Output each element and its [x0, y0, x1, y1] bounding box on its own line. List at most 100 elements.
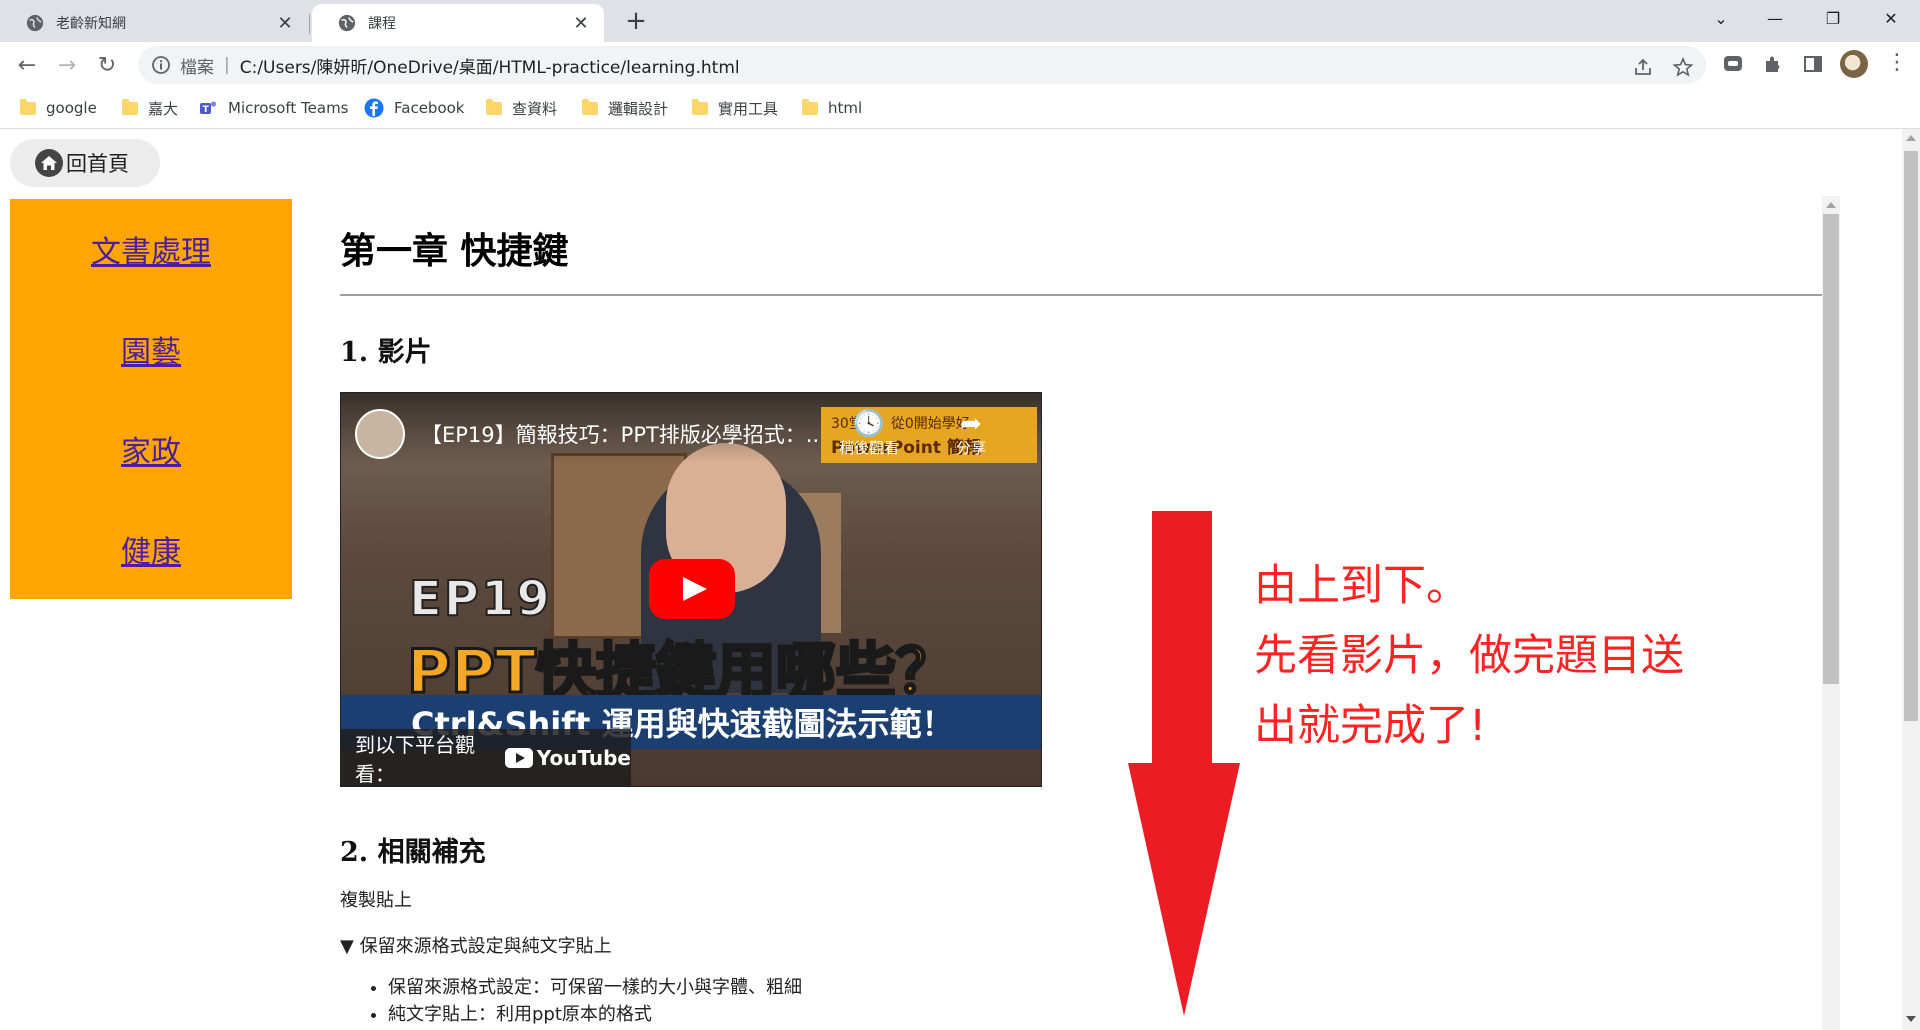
- youtube-play-icon: [504, 747, 533, 768]
- scrollbar-thumb[interactable]: [1904, 151, 1918, 721]
- bookmark-teams[interactable]: T Microsoft Teams: [198, 96, 349, 120]
- folder-icon: [122, 98, 138, 115]
- clock-icon: 🕓: [852, 409, 886, 439]
- details-list: 保留來源格式設定：可保留一樣的大小與字體、粗細 純文字貼上：利用ppt原本的格式: [370, 974, 802, 1028]
- home-button-label: 回首頁: [66, 152, 129, 176]
- menu-kebab-icon[interactable]: ⋮: [1886, 50, 1908, 78]
- share-icon[interactable]: [1632, 56, 1654, 78]
- page-viewport: 回首頁 文書處理 園藝 家政 健康 第一章 快捷鍵 1. 影片 【EP19】簡報…: [0, 129, 1902, 1030]
- close-tab-icon[interactable]: ✕: [274, 13, 296, 34]
- profile-avatar[interactable]: [1840, 50, 1868, 78]
- globe-icon: [338, 14, 356, 32]
- forward-button[interactable]: →: [50, 48, 84, 82]
- bookmark-star-icon[interactable]: [1672, 56, 1694, 78]
- folder-icon: [802, 98, 818, 115]
- tab-strip: 老齡新知網 ✕ 課程 ✕ + ⌄ — ❐ ✕: [0, 0, 1920, 42]
- bookmark-label: 查資料: [512, 99, 558, 118]
- line-extension-icon[interactable]: [1722, 53, 1744, 75]
- close-tab-icon[interactable]: ✕: [570, 13, 592, 34]
- category-sidebar: 文書處理 園藝 家政 健康: [10, 199, 292, 599]
- bookmark-label: Facebook: [394, 99, 465, 117]
- scrollbar-thumb[interactable]: [1823, 214, 1839, 684]
- horizontal-rule: [340, 294, 1840, 296]
- bookmark-google[interactable]: google: [20, 96, 97, 120]
- sidebar-item-word-processing[interactable]: 文書處理: [10, 227, 292, 271]
- extensions-puzzle-icon[interactable]: [1762, 53, 1784, 75]
- svg-text:T: T: [203, 105, 210, 115]
- folder-icon: [20, 98, 36, 115]
- restore-button[interactable]: ❐: [1804, 0, 1862, 36]
- episode-label: EP19: [408, 570, 552, 628]
- scroll-down-arrow[interactable]: [1906, 1016, 1916, 1022]
- instruction-note: 由上到下。 先看影片，做完題目送 出就完成了!: [1254, 551, 1684, 761]
- facebook-icon: [364, 98, 384, 118]
- sidebar-item-home-economics[interactable]: 家政: [10, 427, 292, 471]
- sidebar-item-gardening[interactable]: 園藝: [10, 327, 292, 371]
- home-icon: [35, 149, 63, 177]
- sidebar-item-health[interactable]: 健康: [10, 527, 292, 571]
- tab-search-icon[interactable]: ⌄: [1692, 0, 1750, 36]
- details-summary[interactable]: ▼ 保留來源格式設定與純文字貼上: [340, 932, 612, 958]
- list-item: 純文字貼上：利用ppt原本的格式: [388, 1001, 802, 1028]
- watch-later-label: 稍後觀看: [838, 439, 899, 457]
- section-heading-video: 1. 影片: [340, 337, 432, 368]
- frame-scrollbar[interactable]: [1822, 196, 1840, 1030]
- folder-icon: [486, 98, 502, 115]
- minimize-button[interactable]: —: [1746, 0, 1804, 36]
- reload-button[interactable]: ↻: [90, 48, 124, 82]
- scroll-up-arrow[interactable]: [1826, 202, 1836, 208]
- address-bar[interactable]: 檔案 | C:/Users/陳妍昕/OneDrive/桌面/HTML-pract…: [138, 46, 1706, 84]
- watch-later-button[interactable]: 🕓 稍後觀看: [829, 411, 909, 458]
- tab-elderly-news[interactable]: 老齡新知網 ✕: [0, 4, 308, 42]
- note-line: 出就完成了!: [1254, 701, 1487, 751]
- bookmark-label: html: [828, 99, 863, 117]
- bookmark-facebook[interactable]: Facebook: [364, 96, 464, 120]
- new-tab-button[interactable]: +: [622, 6, 650, 36]
- page-scrollbar[interactable]: [1902, 129, 1920, 1030]
- bookmark-label: 嘉大: [148, 99, 179, 118]
- share-label: 分享: [955, 439, 986, 457]
- bookmark-research[interactable]: 查資料: [486, 96, 557, 120]
- back-button[interactable]: ←: [10, 48, 44, 82]
- tab-separator: [309, 14, 310, 34]
- section-heading-supplement: 2. 相關補充: [340, 837, 486, 868]
- youtube-embed[interactable]: 【EP19】簡報技巧：PPT排版必學招式：... 30堂課，從0開始學好 Pow…: [340, 392, 1042, 787]
- bookmark-label: 實用工具: [718, 99, 779, 118]
- globe-icon: [26, 14, 44, 32]
- side-panel-icon[interactable]: [1802, 53, 1824, 75]
- tab-course[interactable]: 課程 ✕: [312, 4, 604, 42]
- down-arrow: [1128, 511, 1240, 1016]
- tab-title: 課程: [368, 16, 396, 32]
- teams-icon: T: [200, 101, 217, 115]
- copy-paste-text: 複製貼上: [340, 890, 412, 911]
- folder-icon: [692, 98, 708, 115]
- share-button[interactable]: ➦ 分享: [931, 411, 1011, 458]
- video-title[interactable]: 【EP19】簡報技巧：PPT排版必學招式：...: [421, 419, 841, 449]
- youtube-logo: YouTube: [504, 746, 631, 770]
- scroll-up-arrow[interactable]: [1906, 135, 1916, 141]
- watch-on-youtube[interactable]: 到以下平台觀看： YouTube: [341, 729, 631, 786]
- tab-title: 老齡新知網: [56, 16, 126, 32]
- bookmark-label: 邏輯設計: [608, 99, 669, 118]
- note-line: 先看影片，做完題目送: [1254, 631, 1684, 681]
- bookmarks-bar: google 嘉大 T Microsoft Teams Facebook 查資料…: [0, 88, 1920, 129]
- play-button[interactable]: [649, 559, 735, 619]
- bookmark-ncyu[interactable]: 嘉大: [122, 96, 178, 120]
- bookmark-label: google: [46, 99, 97, 117]
- home-button[interactable]: 回首頁: [10, 139, 160, 187]
- bookmark-tools[interactable]: 實用工具: [692, 96, 778, 120]
- browser-toolbar: ← → ↻ 檔案 | C:/Users/陳妍昕/OneDrive/桌面/HTML…: [0, 42, 1920, 88]
- folder-icon: [582, 98, 598, 115]
- chapter-title: 第一章 快捷鍵: [340, 231, 569, 272]
- watch-on-label: 到以下平台觀看：: [355, 732, 475, 786]
- bookmark-html[interactable]: html: [802, 96, 862, 120]
- close-window-button[interactable]: ✕: [1862, 0, 1920, 36]
- bookmark-logic-design[interactable]: 邏輯設計: [582, 96, 668, 120]
- channel-avatar[interactable]: [355, 409, 405, 459]
- scheme-label: 檔案: [180, 57, 214, 78]
- divider: |: [224, 55, 230, 75]
- info-icon[interactable]: [150, 54, 172, 76]
- note-line: 由上到下。: [1254, 561, 1469, 611]
- list-item: 保留來源格式設定：可保留一樣的大小與字體、粗細: [388, 974, 802, 1001]
- url-text: C:/Users/陳妍昕/OneDrive/桌面/HTML-practice/l…: [239, 57, 740, 78]
